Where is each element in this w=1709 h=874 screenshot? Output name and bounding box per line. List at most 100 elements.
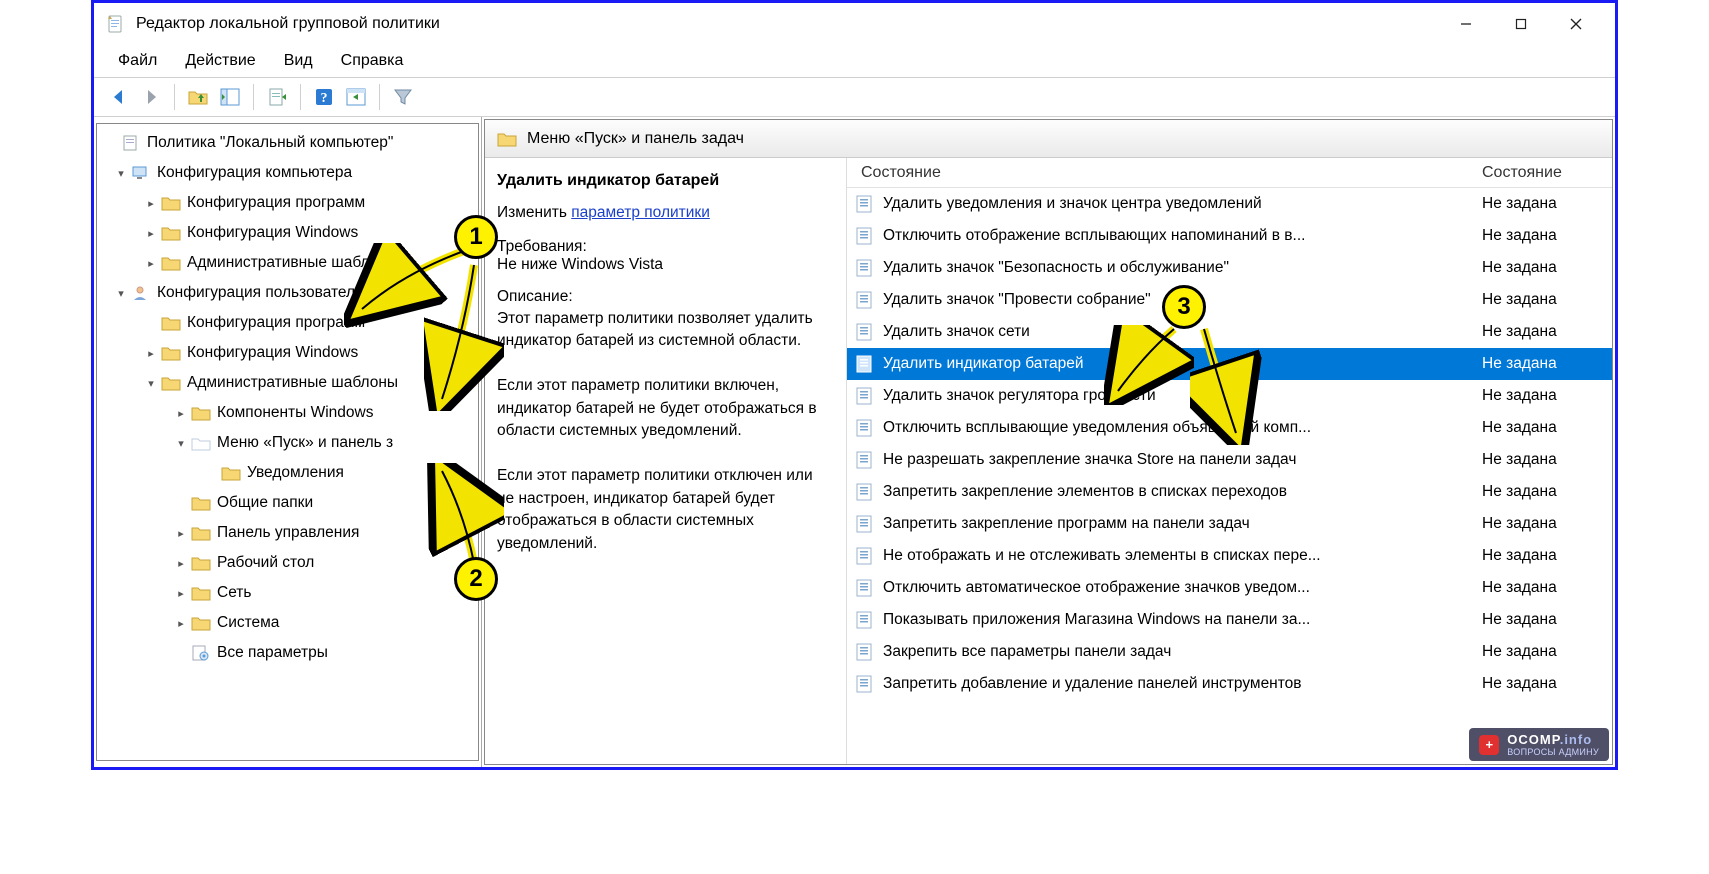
expand-icon[interactable]: ▸	[173, 615, 189, 631]
tree-item[interactable]: Общие папки	[99, 488, 476, 518]
setting-item-icon	[855, 642, 875, 662]
setting-item-icon	[855, 418, 875, 438]
policy-list-row[interactable]: Удалить уведомления и значок центра увед…	[847, 188, 1612, 220]
maximize-button[interactable]	[1493, 5, 1548, 43]
description-text: Этот параметр политики позволяет удалить…	[497, 308, 834, 555]
policy-list-row[interactable]: Показывать приложения Магазина Windows н…	[847, 604, 1612, 636]
policy-list-row[interactable]: Запретить добавление и удаление панелей …	[847, 668, 1612, 700]
folder-up-button[interactable]	[183, 82, 213, 112]
policy-name: Не отображать и не отслеживать элементы …	[883, 547, 1482, 565]
menu-action[interactable]: Действие	[171, 48, 269, 74]
filter-button[interactable]	[388, 82, 418, 112]
policy-state: Не задана	[1482, 451, 1612, 469]
help-button[interactable]: ?	[309, 82, 339, 112]
tree-item[interactable]: ▸Компоненты Windows	[99, 398, 476, 428]
plus-icon: +	[1479, 735, 1499, 755]
policy-state: Не задана	[1482, 323, 1612, 341]
show-hide-tree-button[interactable]	[215, 82, 245, 112]
policy-state: Не задана	[1482, 675, 1612, 693]
list-header[interactable]: Состояние Состояние	[847, 158, 1612, 188]
expand-icon[interactable]: ▾	[113, 285, 129, 301]
setting-item-icon	[855, 482, 875, 502]
expand-icon[interactable]: ▸	[143, 345, 159, 361]
separator-icon	[379, 84, 380, 110]
folder-icon	[161, 224, 181, 242]
tree-item[interactable]: ▸Панель управления	[99, 518, 476, 548]
tree-item[interactable]: ▸Сеть	[99, 578, 476, 608]
menu-view[interactable]: Вид	[270, 48, 327, 74]
policy-list-row[interactable]: Закрепить все параметры панели задачНе з…	[847, 636, 1612, 668]
expand-icon[interactable]: ▾	[173, 435, 189, 451]
policy-list-row[interactable]: Запретить закрепление элементов в списка…	[847, 476, 1612, 508]
policy-state: Не задана	[1482, 195, 1612, 213]
policy-list-row[interactable]: Не разрешать закрепление значка Store на…	[847, 444, 1612, 476]
titlebar: Редактор локальной групповой политики	[94, 3, 1615, 45]
export-list-button[interactable]	[262, 82, 292, 112]
policy-icon	[121, 134, 141, 152]
policy-list-row[interactable]: Не отображать и не отслеживать элементы …	[847, 540, 1612, 572]
setting-item-icon	[855, 258, 875, 278]
expand-icon[interactable]: ▸	[143, 225, 159, 241]
tree-item[interactable]: ▸Конфигурация Windows	[99, 338, 476, 368]
forward-button[interactable]	[136, 82, 166, 112]
annotation-badge-1: 1	[454, 215, 498, 259]
policy-name: Закрепить все параметры панели задач	[883, 643, 1482, 661]
back-button[interactable]	[104, 82, 134, 112]
setting-item-icon	[855, 610, 875, 630]
expand-icon[interactable]: ▸	[173, 585, 189, 601]
annotation-arrow	[424, 463, 504, 573]
tree-item[interactable]: ▸Конфигурация программ	[99, 188, 476, 218]
annotation-badge-2: 2	[454, 557, 498, 601]
tree-item[interactable]: ▸Рабочий стол	[99, 548, 476, 578]
close-button[interactable]	[1548, 5, 1603, 43]
tree-computer-config[interactable]: ▾Конфигурация компьютера	[99, 158, 476, 188]
folder-icon	[161, 344, 181, 362]
tree-item[interactable]: ▾Административные шаблоны	[99, 368, 476, 398]
tree-view[interactable]: Политика "Локальный компьютер" ▾Конфигур…	[96, 123, 479, 761]
setting-item-icon	[855, 290, 875, 310]
policy-state: Не задана	[1482, 355, 1612, 373]
expand-icon[interactable]: ▸	[173, 405, 189, 421]
edit-policy-link[interactable]: параметр политики	[571, 204, 710, 221]
folder-icon	[191, 404, 211, 422]
computer-icon	[131, 164, 151, 182]
expand-icon[interactable]: ▸	[143, 195, 159, 211]
policy-state: Не задана	[1482, 547, 1612, 565]
tree-item-all-params[interactable]: Все параметры	[99, 638, 476, 668]
policy-name: Отключить отображение всплывающих напоми…	[883, 227, 1482, 245]
expand-icon[interactable]: ▾	[113, 165, 129, 181]
policy-list-row[interactable]: Отключить отображение всплывающих напоми…	[847, 220, 1612, 252]
setting-item-icon	[855, 578, 875, 598]
properties-button[interactable]	[341, 82, 371, 112]
tree-item-startmenu[interactable]: ▾Меню «Пуск» и панель з	[99, 428, 476, 458]
policy-list-row[interactable]: Удалить значок "Провести собрание"Не зад…	[847, 284, 1612, 316]
setting-item-icon	[855, 386, 875, 406]
policy-name: Отключить автоматическое отображение зна…	[883, 579, 1482, 597]
separator-icon	[174, 84, 175, 110]
requirements-label: Требования:	[497, 238, 834, 256]
tree-root[interactable]: Политика "Локальный компьютер"	[99, 128, 476, 158]
menubar: Файл Действие Вид Справка	[94, 45, 1615, 77]
tree-item[interactable]: Уведомления	[99, 458, 476, 488]
expand-icon[interactable]: ▸	[143, 255, 159, 271]
folder-icon	[221, 464, 241, 482]
setting-item-icon	[855, 674, 875, 694]
menu-help[interactable]: Справка	[327, 48, 418, 74]
policy-list-row[interactable]: Запретить закрепление программ на панели…	[847, 508, 1612, 540]
menu-file[interactable]: Файл	[104, 48, 171, 74]
column-state-header-2[interactable]: Состояние	[1482, 164, 1612, 182]
policy-list-row[interactable]: Отключить автоматическое отображение зна…	[847, 572, 1612, 604]
folder-icon	[191, 494, 211, 512]
tree-item[interactable]: ▸Система	[99, 608, 476, 638]
policy-state: Не задана	[1482, 579, 1612, 597]
expand-icon[interactable]: ▸	[173, 525, 189, 541]
column-state-header[interactable]: Состояние	[847, 164, 1482, 182]
policy-state: Не задана	[1482, 419, 1612, 437]
expand-icon[interactable]: ▾	[143, 375, 159, 391]
minimize-button[interactable]	[1438, 5, 1493, 43]
annotation-badge-3: 3	[1162, 285, 1206, 329]
policy-list[interactable]: Состояние Состояние Удалить уведомления …	[847, 158, 1612, 764]
policy-list-row[interactable]: Удалить значок "Безопасность и обслужива…	[847, 252, 1612, 284]
toolbar: ?	[94, 77, 1615, 117]
expand-icon[interactable]: ▸	[173, 555, 189, 571]
